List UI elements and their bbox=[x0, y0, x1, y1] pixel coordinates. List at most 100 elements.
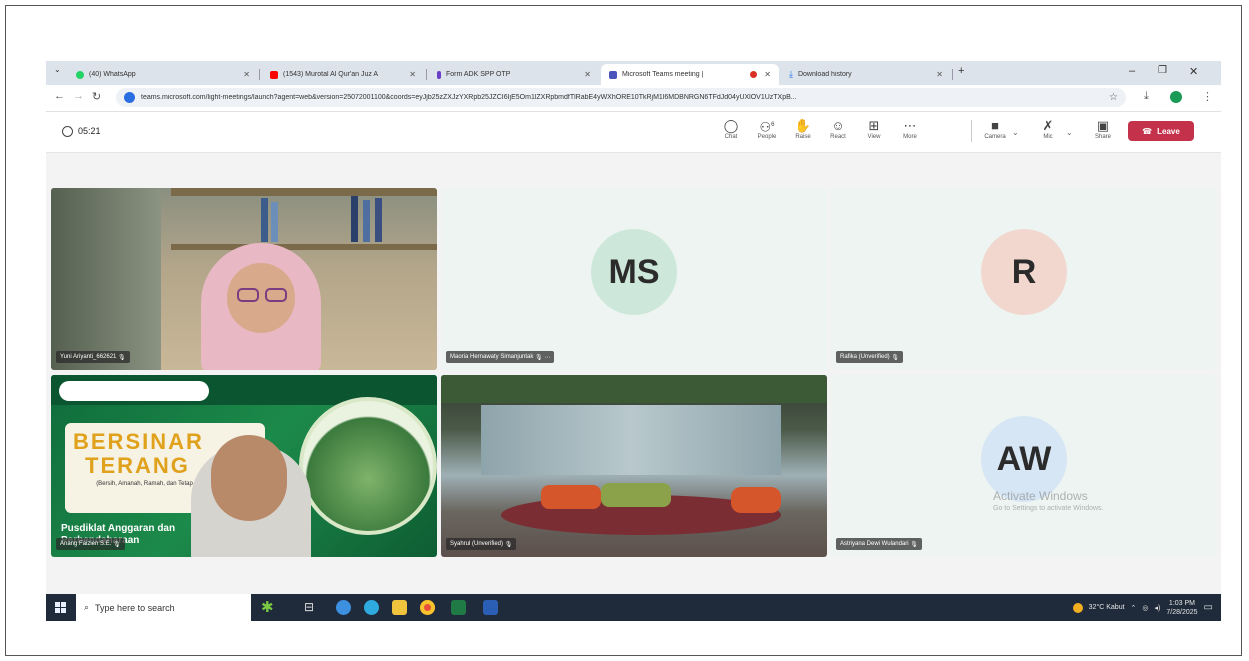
sofa-green bbox=[601, 483, 671, 507]
participant-tile-avatar[interactable]: AW Astriyana Dewi Wulandari 🎙 bbox=[831, 375, 1217, 557]
activation-watermark-title: Activate Windows bbox=[993, 489, 1088, 503]
profile-avatar[interactable] bbox=[1170, 91, 1182, 103]
share-button[interactable]: ▣ Share bbox=[1086, 117, 1120, 140]
banner-title: BERSINAR bbox=[73, 429, 204, 454]
minimize-icon[interactable]: – bbox=[1129, 65, 1135, 77]
desktop-screen: ⌄ (40) WhatsApp ✕ (1543) Murotal Al Qur'… bbox=[46, 61, 1221, 621]
site-info-icon[interactable] bbox=[124, 92, 135, 103]
edge-dev-icon[interactable] bbox=[364, 600, 379, 615]
toolbar-divider bbox=[971, 120, 972, 142]
tab-download-history[interactable]: ⤓ Download history ✕ bbox=[781, 64, 951, 85]
teams-meeting-toolbar: 05:21 ◯ Chat ⚇6 People ✋ Raise ☺ React ⊞… bbox=[46, 112, 1221, 153]
leave-button[interactable]: ☎ Leave bbox=[1128, 121, 1194, 141]
menu-kebab-icon[interactable]: ⋮ bbox=[1202, 90, 1213, 103]
forward-icon[interactable]: → bbox=[73, 90, 84, 102]
raise-hand-button[interactable]: ✋ Raise bbox=[786, 117, 820, 140]
chat-icon: ◯ bbox=[723, 118, 739, 133]
participant-name-label: Anang Faizien S.E. 🎙 bbox=[56, 538, 125, 550]
share-label: Share bbox=[1094, 134, 1111, 140]
close-tab-icon[interactable]: ✕ bbox=[409, 70, 416, 79]
react-icon: ☺ bbox=[831, 118, 845, 133]
mic-muted-icon: 🎙 bbox=[503, 541, 513, 548]
react-button[interactable]: ☺ React bbox=[821, 117, 855, 140]
youtube-icon bbox=[270, 70, 278, 79]
screenshot-frame: ⌄ (40) WhatsApp ✕ (1543) Murotal Al Qur'… bbox=[5, 5, 1242, 656]
meeting-timer-icon bbox=[62, 126, 73, 137]
tab-divider bbox=[952, 69, 953, 80]
close-window-icon[interactable]: ✕ bbox=[1189, 65, 1198, 78]
weather-text[interactable]: 32°C Kabut bbox=[1089, 604, 1125, 611]
mic-muted-icon: 🎙 bbox=[116, 354, 126, 361]
participant-tile-video[interactable]: Yuni Ariyanti_662621 🎙 bbox=[51, 188, 437, 370]
tab-teams-meeting[interactable]: Microsoft Teams meeting | ✕ bbox=[601, 64, 779, 85]
show-hidden-icons-icon[interactable]: ⌃ bbox=[1131, 604, 1137, 612]
person-face bbox=[211, 435, 287, 521]
plant-widget-icon[interactable]: ✱ bbox=[261, 600, 276, 615]
bookmark-star-icon[interactable]: ☆ bbox=[1109, 92, 1118, 103]
participant-tile-avatar[interactable]: R Rafika (Unverified) 🎙 bbox=[831, 188, 1217, 370]
shelf bbox=[171, 188, 437, 196]
camera-options-chevron-icon[interactable]: ⌄ bbox=[1012, 128, 1019, 137]
glasses-left bbox=[237, 288, 259, 302]
whatsapp-icon bbox=[76, 70, 84, 79]
excel-icon[interactable] bbox=[451, 600, 466, 615]
circular-photo bbox=[299, 397, 437, 535]
restore-icon[interactable]: ❐ bbox=[1158, 65, 1167, 76]
tab-title: Microsoft Teams meeting | bbox=[622, 71, 704, 78]
taskbar-clock[interactable]: 1:03 PM 7/28/2025 bbox=[1166, 599, 1197, 617]
windows-start-icon[interactable] bbox=[55, 602, 66, 613]
tab-youtube[interactable]: (1543) Murotal Al Qur'an Juz A ✕ bbox=[262, 64, 424, 85]
close-tab-icon[interactable]: ✕ bbox=[936, 70, 943, 79]
glasses-right bbox=[265, 288, 287, 302]
taskbar-search-field[interactable]: ⌕ Type here to search bbox=[76, 594, 251, 621]
close-tab-icon[interactable]: ✕ bbox=[584, 70, 591, 79]
mic-label: Mic bbox=[1043, 134, 1053, 140]
task-view-icon[interactable]: ⊟ bbox=[304, 600, 319, 615]
mic-muted-icon: 🎙 ⋯ bbox=[533, 354, 551, 361]
participant-name: Yuni Ariyanti_662621 bbox=[60, 354, 117, 360]
windows-taskbar: ⌕ Type here to search ✱ ⊟ 32°C Kabut ⌃ ◎… bbox=[46, 594, 1221, 621]
participant-name-label: Rafika (Unverified) 🎙 bbox=[836, 351, 903, 363]
tab-title: Form ADK SPP OTP bbox=[446, 71, 511, 78]
raise-label: Raise bbox=[795, 134, 811, 140]
notifications-icon[interactable]: ▭ bbox=[1204, 602, 1213, 613]
more-label: More bbox=[903, 134, 917, 140]
tab-whatsapp[interactable]: (40) WhatsApp ✕ bbox=[68, 64, 258, 85]
chat-button[interactable]: ◯ Chat bbox=[714, 117, 748, 140]
mic-muted-icon: 🎙 bbox=[889, 354, 899, 361]
more-button[interactable]: ⋯ More bbox=[893, 117, 927, 140]
volume-icon[interactable]: ◂) bbox=[1155, 604, 1161, 612]
reload-icon[interactable]: ↻ bbox=[92, 90, 101, 103]
participant-tile-avatar[interactable]: MS Maoria Hernawaty Simanjuntak 🎙 ⋯ bbox=[441, 188, 827, 370]
back-icon[interactable]: ← bbox=[54, 90, 65, 102]
shelf bbox=[171, 244, 437, 250]
word-icon[interactable] bbox=[483, 600, 498, 615]
chrome-icon[interactable] bbox=[420, 600, 435, 615]
book bbox=[363, 200, 370, 242]
participant-tile-video[interactable]: Syahrul (Unverified) 🎙 bbox=[441, 375, 827, 557]
mic-button[interactable]: ✗ Mic bbox=[1031, 117, 1065, 140]
view-button[interactable]: ⊞ View bbox=[857, 117, 891, 140]
participant-name: Anang Faizien S.E. bbox=[60, 541, 112, 547]
tab-search-icon[interactable]: ⌄ bbox=[54, 65, 61, 74]
url-text[interactable]: teams.microsoft.com/light-meetings/launc… bbox=[141, 94, 1101, 101]
edge-icon[interactable] bbox=[336, 600, 351, 615]
mic-options-chevron-icon[interactable]: ⌄ bbox=[1066, 128, 1073, 137]
file-explorer-icon[interactable] bbox=[392, 600, 407, 615]
participant-name-label: Yuni Ariyanti_662621 🎙 bbox=[56, 351, 130, 363]
sofa-orange bbox=[541, 485, 601, 509]
new-tab-button[interactable]: + bbox=[958, 65, 964, 77]
tab-title: (40) WhatsApp bbox=[89, 71, 136, 78]
tab-form[interactable]: Form ADK SPP OTP ✕ bbox=[429, 64, 599, 85]
network-icon[interactable]: ◎ bbox=[1142, 604, 1148, 612]
camera-button[interactable]: ■ Camera bbox=[978, 117, 1012, 140]
tab-divider bbox=[259, 69, 260, 80]
participant-tile-video[interactable]: BERSINAR TERANG (Bersih, Amanah, Ramah, … bbox=[51, 375, 437, 557]
participant-name-label: Maoria Hernawaty Simanjuntak 🎙 ⋯ bbox=[446, 351, 555, 363]
system-tray: 32°C Kabut ⌃ ◎ ◂) 1:03 PM 7/28/2025 ▭ bbox=[1072, 594, 1213, 621]
people-button[interactable]: ⚇6 People bbox=[750, 117, 784, 140]
close-tab-icon[interactable]: ✕ bbox=[764, 70, 771, 79]
close-tab-icon[interactable]: ✕ bbox=[243, 70, 250, 79]
url-field[interactable]: teams.microsoft.com/light-meetings/launc… bbox=[116, 88, 1126, 107]
downloads-icon[interactable]: ⤓ bbox=[1144, 90, 1149, 103]
